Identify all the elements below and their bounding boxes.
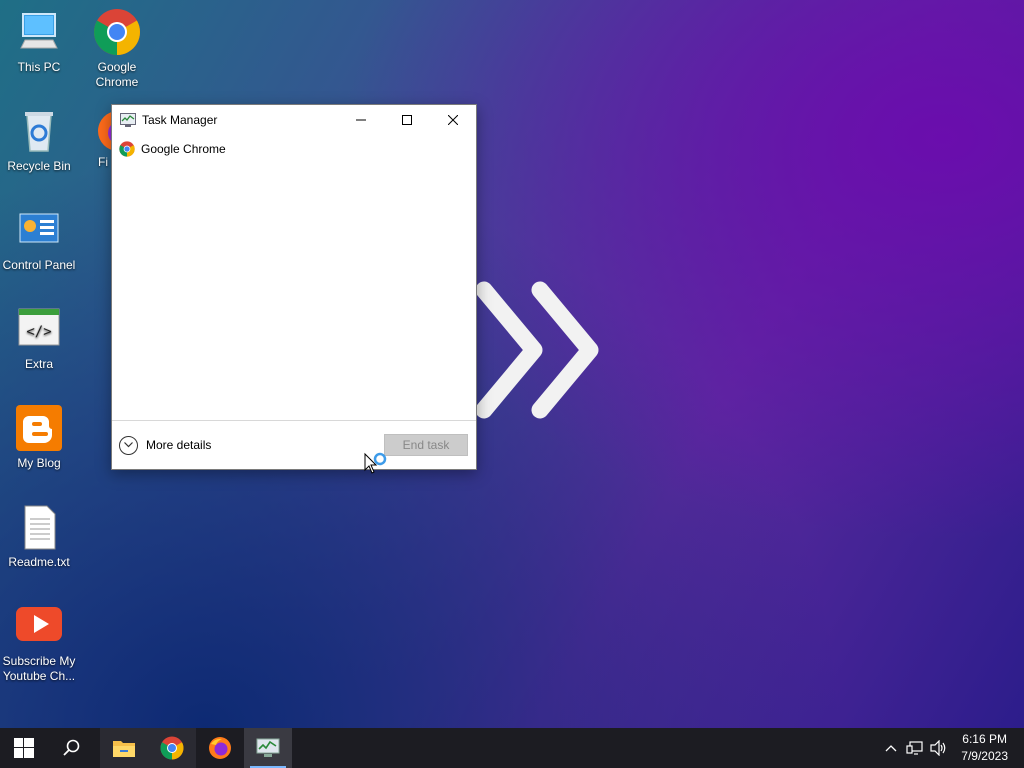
desktop-icon-label: Control Panel xyxy=(2,258,76,272)
taskbar: 6:16 PM 7/9/2023 xyxy=(0,728,1024,768)
desktop-icon-youtube[interactable]: Subscribe My Youtube Ch... xyxy=(0,602,78,684)
end-task-button[interactable]: End task xyxy=(384,434,468,456)
taskbar-file-explorer[interactable] xyxy=(100,728,148,768)
network-button[interactable] xyxy=(903,740,927,756)
chevron-down-icon xyxy=(119,435,138,455)
desktop-icon-label: Recycle Bin xyxy=(7,159,71,173)
window-title: Task Manager xyxy=(142,113,218,127)
desktop-icon-label: This PC xyxy=(17,60,61,74)
code-file-icon: </> xyxy=(15,305,63,353)
network-icon xyxy=(906,741,923,755)
text-file-icon xyxy=(15,503,63,551)
svg-text:</>: </> xyxy=(26,324,51,340)
minimize-button[interactable] xyxy=(338,105,384,135)
taskbar-chrome[interactable] xyxy=(148,728,196,768)
task-manager-icon xyxy=(120,112,136,128)
desktop-icon-readme[interactable]: Readme.txt xyxy=(0,503,78,570)
desktop-icon-label: Google Chrome xyxy=(95,60,139,89)
clock-time: 6:16 PM xyxy=(962,732,1007,746)
desktop-icon-my-blog[interactable]: My Blog xyxy=(0,404,78,471)
computer-icon xyxy=(15,8,63,56)
blogger-icon xyxy=(15,404,63,452)
system-tray: 6:16 PM 7/9/2023 xyxy=(879,728,1024,768)
volume-button[interactable] xyxy=(927,740,951,756)
desktop-icon-this-pc[interactable]: This PC xyxy=(0,8,78,75)
chrome-icon xyxy=(160,736,184,760)
maximize-icon xyxy=(402,115,412,125)
taskbar-task-manager[interactable] xyxy=(244,728,292,768)
clock-date: 7/9/2023 xyxy=(961,749,1008,763)
start-button[interactable] xyxy=(0,728,48,768)
search-icon xyxy=(63,739,80,756)
close-icon xyxy=(448,115,458,125)
process-row[interactable]: Google Chrome xyxy=(112,135,476,163)
windows-logo-icon xyxy=(14,738,34,758)
search-button[interactable] xyxy=(48,728,96,768)
close-button[interactable] xyxy=(430,105,476,135)
process-name: Google Chrome xyxy=(141,142,226,156)
desktop-icon-control-panel[interactable]: Control Panel xyxy=(0,206,78,273)
chrome-icon xyxy=(93,8,141,56)
task-manager-icon xyxy=(256,738,280,757)
wallpaper-chevrons xyxy=(470,280,610,435)
recycle-bin-icon xyxy=(15,107,63,155)
firefox-icon xyxy=(209,737,231,759)
maximize-button[interactable] xyxy=(384,105,430,135)
desktop-icon-extra[interactable]: </> Extra xyxy=(0,305,78,372)
title-bar[interactable]: Task Manager xyxy=(112,105,476,135)
chrome-icon xyxy=(119,141,135,157)
desktop-icon-google-chrome[interactable]: Google Chrome xyxy=(78,8,156,90)
mouse-cursor-busy-icon xyxy=(363,452,389,485)
task-manager-window: Task Manager Google Chrome More details … xyxy=(111,104,477,470)
taskbar-firefox[interactable] xyxy=(196,728,244,768)
minimize-icon xyxy=(356,119,366,121)
speaker-icon xyxy=(930,740,946,756)
desktop-icon-label: My Blog xyxy=(17,456,61,470)
desktop-icon-label: Extra xyxy=(24,357,53,371)
window-footer: More details End task xyxy=(112,420,476,469)
desktop-icon-label: Subscribe My Youtube Ch... xyxy=(2,654,76,683)
desktop-icon-recycle-bin[interactable]: Recycle Bin xyxy=(0,107,78,174)
more-details-button[interactable]: More details xyxy=(119,435,212,455)
youtube-icon xyxy=(15,602,63,650)
chevron-up-icon xyxy=(885,745,897,752)
folder-icon xyxy=(113,741,135,757)
more-details-label: More details xyxy=(146,438,212,452)
show-hidden-icons-button[interactable] xyxy=(879,744,903,752)
clock[interactable]: 6:16 PM 7/9/2023 xyxy=(951,731,1024,765)
desktop-icon-label: Readme.txt xyxy=(8,555,70,569)
control-panel-icon xyxy=(15,206,63,254)
